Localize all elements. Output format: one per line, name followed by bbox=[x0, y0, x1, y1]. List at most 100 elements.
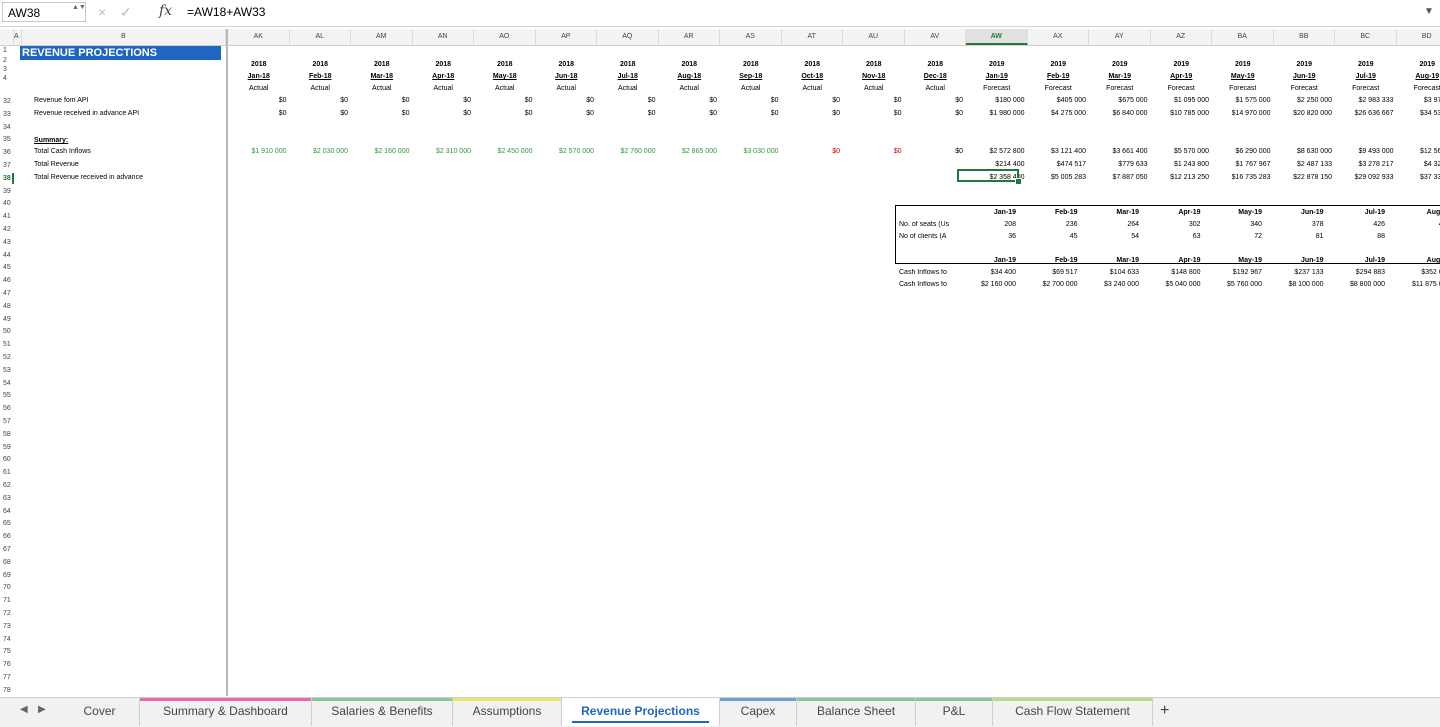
column-header-bb[interactable]: BB bbox=[1274, 29, 1336, 45]
column-header-az[interactable]: AZ bbox=[1151, 29, 1213, 45]
revenue-api-cell[interactable]: $675 000 bbox=[1089, 97, 1148, 104]
mini-cash-1-cell[interactable]: $237 133 bbox=[1265, 269, 1324, 276]
row-header-1[interactable]: 1 bbox=[0, 46, 14, 55]
header-year-cell[interactable]: 2018 bbox=[905, 61, 967, 68]
mini-label-cash-1[interactable]: Cash Inflows fo bbox=[899, 269, 957, 276]
row-header-74[interactable]: 74 bbox=[0, 634, 14, 645]
total-cash-inflows-cell[interactable]: $2 030 000 bbox=[290, 148, 349, 155]
row-header-59[interactable]: 59 bbox=[0, 442, 14, 453]
row-header-36[interactable]: 36 bbox=[0, 147, 14, 158]
total-cash-inflows-cell[interactable]: $2 570 000 bbox=[536, 148, 595, 155]
total-cash-inflows-cell[interactable]: $2 760 000 bbox=[597, 148, 656, 155]
revenue-api-cell[interactable]: $0 bbox=[659, 97, 718, 104]
mini-cash-1-cell[interactable]: $352 63 bbox=[1388, 269, 1440, 276]
total-revenue-advance-cell[interactable]: $16 735 283 bbox=[1212, 174, 1271, 181]
column-header-am[interactable]: AM bbox=[351, 29, 413, 45]
header-year-cell[interactable]: 2018 bbox=[228, 61, 290, 68]
header-status-cell[interactable]: Forecast bbox=[1335, 85, 1397, 92]
row-header-63[interactable]: 63 bbox=[0, 493, 14, 504]
revenue-advance-cell[interactable]: $0 bbox=[782, 110, 841, 117]
total-revenue-cell[interactable]: $1 767 967 bbox=[1212, 161, 1271, 168]
sheet-tab-salaries-benefits[interactable]: Salaries & Benefits bbox=[312, 698, 453, 726]
column-header-ba[interactable]: BA bbox=[1212, 29, 1274, 45]
revenue-advance-cell[interactable]: $0 bbox=[843, 110, 902, 117]
expand-formula-icon[interactable]: ▼ bbox=[1424, 6, 1434, 17]
column-header-ao[interactable]: AO bbox=[474, 29, 536, 45]
header-year-cell[interactable]: 2018 bbox=[413, 61, 475, 68]
sheet-tab-cover[interactable]: Cover bbox=[60, 698, 140, 726]
header-month-cell[interactable]: Apr-19 bbox=[1151, 73, 1213, 80]
header-year-cell[interactable]: 2019 bbox=[1089, 61, 1151, 68]
header-year-cell[interactable]: 2019 bbox=[1397, 61, 1440, 68]
total-revenue-cell[interactable]: $4 325 55 bbox=[1397, 161, 1440, 168]
total-cash-inflows-cell[interactable]: $3 661 400 bbox=[1089, 148, 1148, 155]
revenue-api-cell[interactable]: $2 250 000 bbox=[1274, 97, 1333, 104]
sheet-tab-assumptions[interactable]: Assumptions bbox=[453, 698, 562, 726]
mini-cash-2-cell[interactable]: $11 875 00 bbox=[1388, 281, 1440, 288]
revenue-advance-cell[interactable]: $0 bbox=[659, 110, 718, 117]
revenue-api-cell[interactable]: $0 bbox=[843, 97, 902, 104]
header-status-cell[interactable]: Actual bbox=[782, 85, 844, 92]
sheet-tab-summary-dashboard[interactable]: Summary & Dashboard bbox=[140, 698, 312, 726]
header-status-cell[interactable]: Actual bbox=[597, 85, 659, 92]
row-header-34[interactable]: 34 bbox=[0, 122, 14, 133]
total-revenue-cell[interactable]: $1 243 800 bbox=[1151, 161, 1210, 168]
header-status-cell[interactable]: Forecast bbox=[1028, 85, 1090, 92]
mini-cash-2-cell[interactable]: $5 040 000 bbox=[1142, 281, 1201, 288]
header-month-cell[interactable]: Feb-18 bbox=[290, 73, 352, 80]
row-header-60[interactable]: 60 bbox=[0, 454, 14, 465]
header-month-cell[interactable]: Jan-18 bbox=[228, 73, 290, 80]
confirm-edit-icon[interactable]: ✓ bbox=[120, 4, 132, 21]
label-revenue-advance-api[interactable]: Revenue received in advance API bbox=[34, 110, 139, 117]
mini-cash-2-cell[interactable]: $3 240 000 bbox=[1080, 281, 1139, 288]
row-header-65[interactable]: 65 bbox=[0, 518, 14, 529]
total-cash-inflows-cell[interactable]: $5 570 000 bbox=[1151, 148, 1210, 155]
next-sheet-icon[interactable]: ▶ bbox=[38, 704, 46, 715]
revenue-api-cell[interactable]: $0 bbox=[536, 97, 595, 104]
row-header-64[interactable]: 64 bbox=[0, 506, 14, 517]
header-status-cell[interactable]: Forecast bbox=[1397, 85, 1440, 92]
mini-cash-2-cell[interactable]: $2 160 000 bbox=[957, 281, 1016, 288]
total-cash-inflows-cell[interactable]: $0 bbox=[843, 148, 902, 155]
row-header-78[interactable]: 78 bbox=[0, 685, 14, 696]
label-total-revenue-advance[interactable]: Total Revenue received in advance bbox=[34, 174, 143, 181]
total-revenue-cell[interactable]: $3 278 217 bbox=[1335, 161, 1394, 168]
header-year-cell[interactable]: 2019 bbox=[1151, 61, 1213, 68]
total-cash-inflows-cell[interactable]: $8 630 000 bbox=[1274, 148, 1333, 155]
revenue-advance-cell[interactable]: $26 636 667 bbox=[1335, 110, 1394, 117]
total-cash-inflows-cell[interactable]: $9 493 000 bbox=[1335, 148, 1394, 155]
revenue-api-cell[interactable]: $0 bbox=[905, 97, 964, 104]
row-header-73[interactable]: 73 bbox=[0, 621, 14, 632]
row-header-43[interactable]: 43 bbox=[0, 237, 14, 248]
row-header-58[interactable]: 58 bbox=[0, 429, 14, 440]
row-header-61[interactable]: 61 bbox=[0, 467, 14, 478]
total-revenue-cell[interactable]: $779 633 bbox=[1089, 161, 1148, 168]
add-sheet-button[interactable]: + bbox=[1160, 702, 1169, 720]
label-revenue-api[interactable]: Revenue fom API bbox=[34, 97, 88, 104]
bd1-partial-cell[interactable]: 38, bbox=[1397, 49, 1440, 56]
row-header-62[interactable]: 62 bbox=[0, 480, 14, 491]
header-month-cell[interactable]: May-18 bbox=[474, 73, 536, 80]
revenue-api-cell[interactable]: $180 000 bbox=[966, 97, 1025, 104]
header-status-cell[interactable]: Actual bbox=[659, 85, 721, 92]
row-header-49[interactable]: 49 bbox=[0, 314, 14, 325]
header-status-cell[interactable]: Actual bbox=[351, 85, 413, 92]
insert-function-icon[interactable]: fx bbox=[159, 3, 172, 19]
total-cash-inflows-cell[interactable]: $2 572 800 bbox=[966, 148, 1025, 155]
header-year-cell[interactable]: 2018 bbox=[536, 61, 598, 68]
header-month-cell[interactable]: Jun-18 bbox=[536, 73, 598, 80]
revenue-advance-cell[interactable]: $20 820 000 bbox=[1274, 110, 1333, 117]
row-header-66[interactable]: 66 bbox=[0, 531, 14, 542]
revenue-api-cell[interactable]: $0 bbox=[228, 97, 287, 104]
column-header-as[interactable]: AS bbox=[720, 29, 782, 45]
header-year-cell[interactable]: 2019 bbox=[966, 61, 1028, 68]
row-header-70[interactable]: 70 bbox=[0, 582, 14, 593]
row-header-47[interactable]: 47 bbox=[0, 288, 14, 299]
header-status-cell[interactable]: Forecast bbox=[1151, 85, 1213, 92]
row-header-46[interactable]: 46 bbox=[0, 275, 14, 286]
prev-sheet-icon[interactable]: ◀ bbox=[20, 704, 28, 715]
header-status-cell[interactable]: Forecast bbox=[1274, 85, 1336, 92]
header-year-cell[interactable]: 2018 bbox=[720, 61, 782, 68]
header-month-cell[interactable]: Jul-18 bbox=[597, 73, 659, 80]
revenue-advance-cell[interactable]: $34 538 75 bbox=[1397, 110, 1440, 117]
